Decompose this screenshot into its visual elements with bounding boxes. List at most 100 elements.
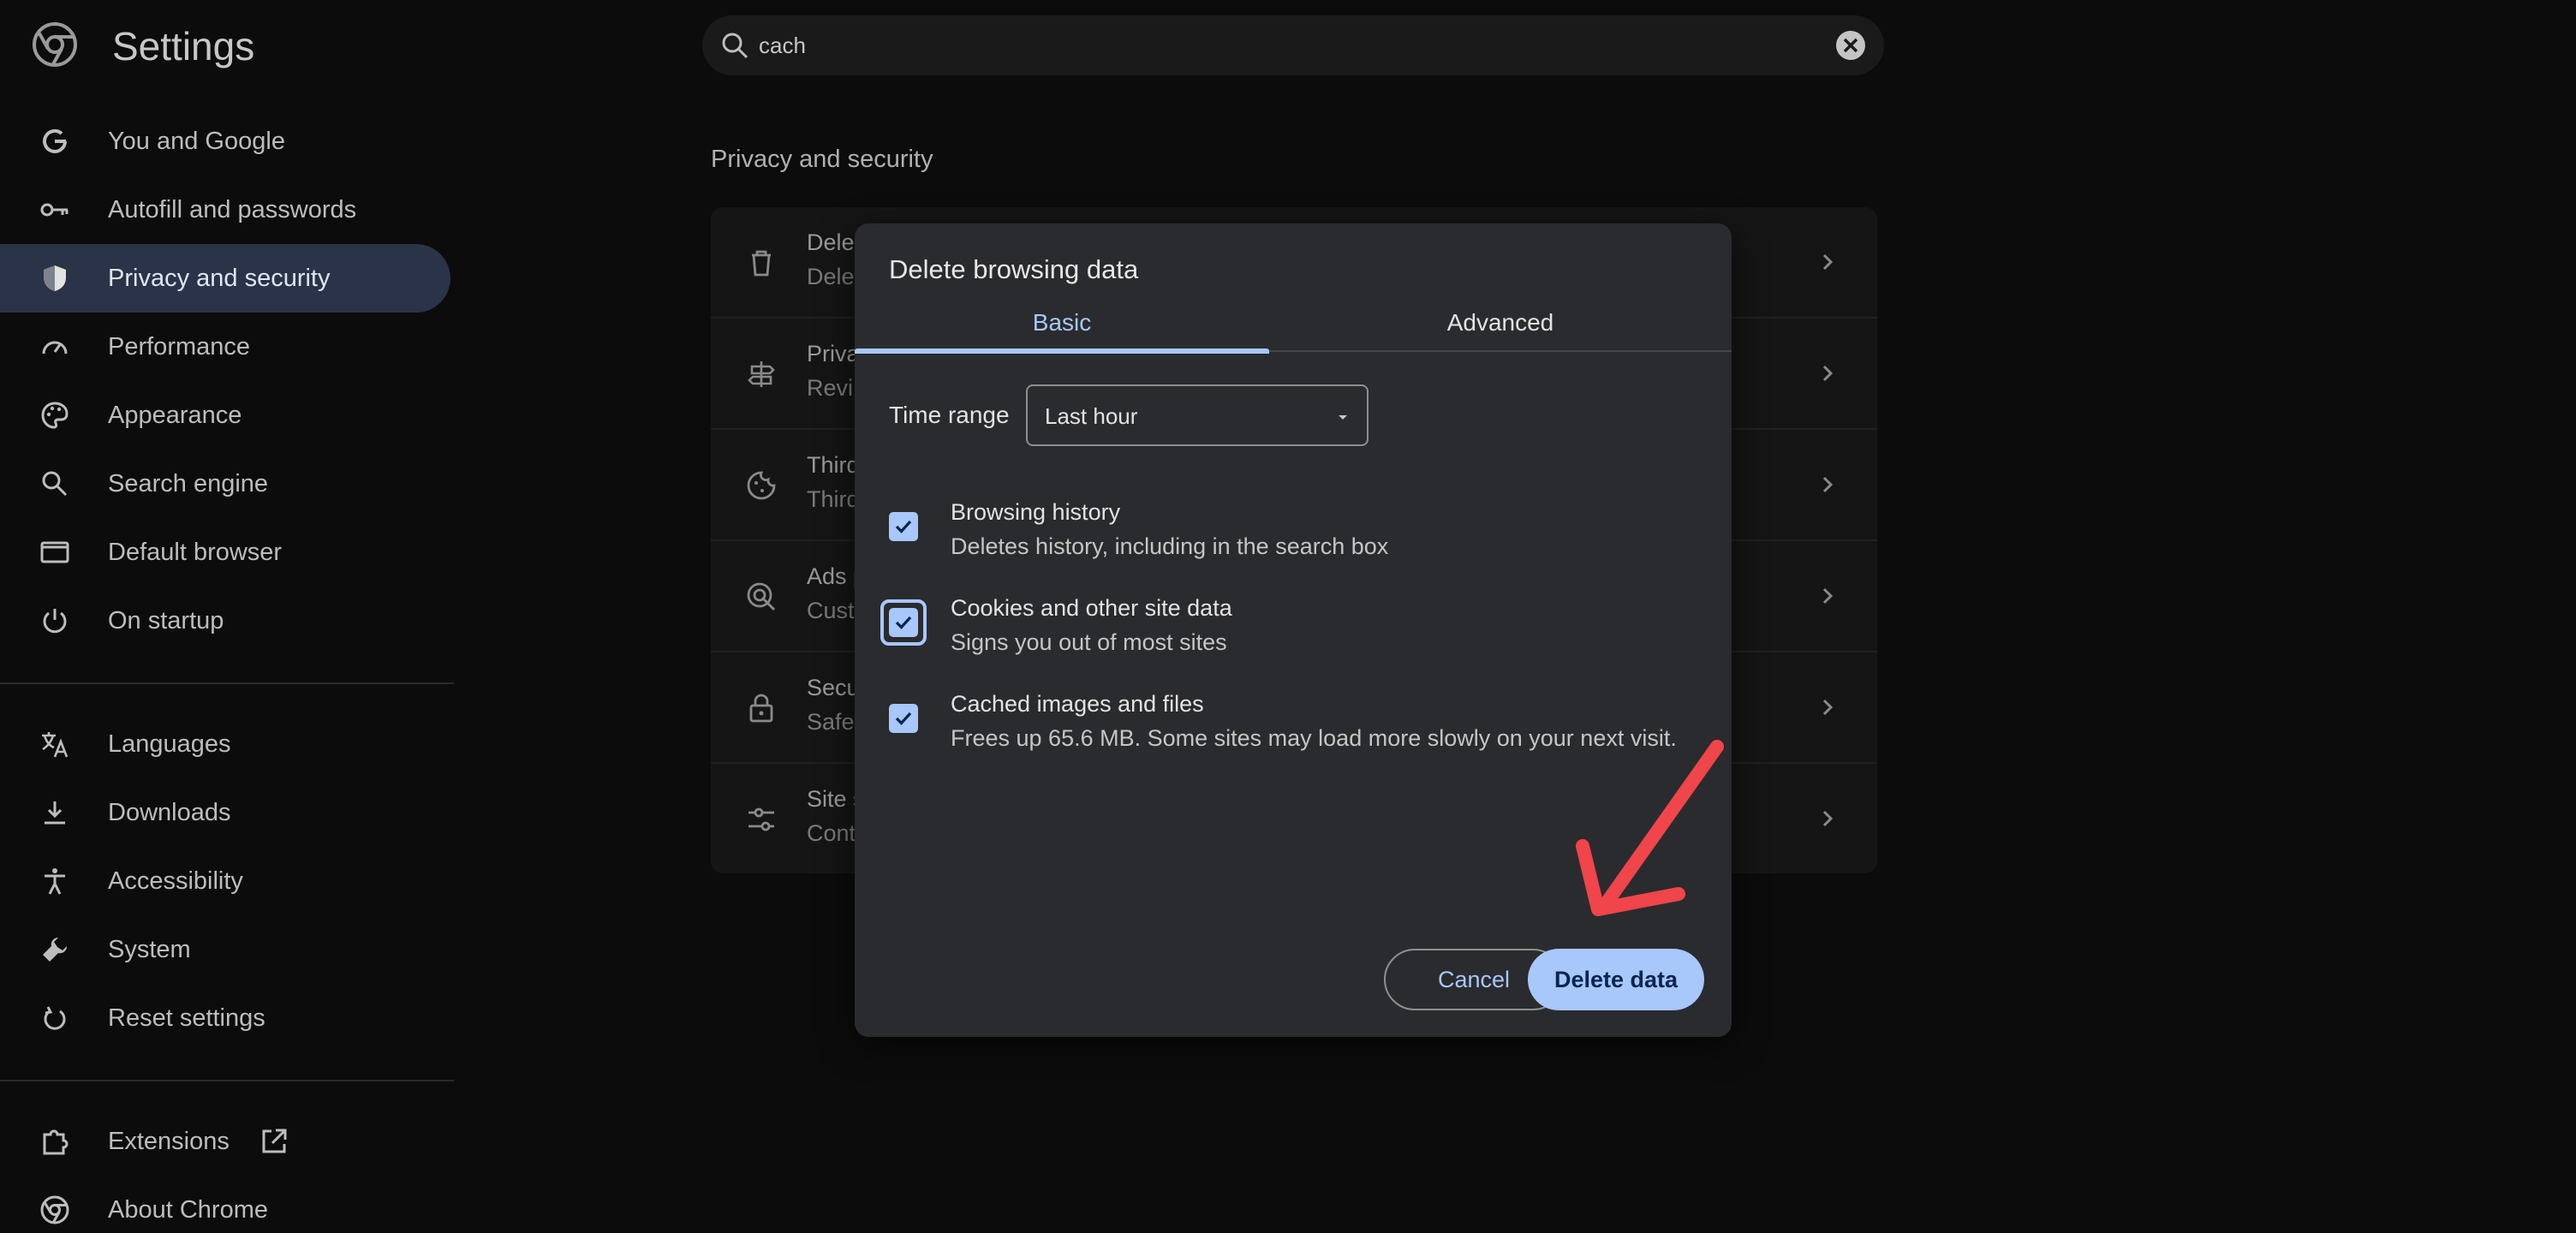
chevron-right-icon: [1822, 699, 1834, 716]
row-subtitle: Revi: [807, 375, 854, 401]
sidebar-item-reset-settings[interactable]: Reset settings: [0, 984, 450, 1052]
sidebar-item-search-engine[interactable]: Search engine: [0, 450, 450, 518]
row-title: Dele: [807, 229, 855, 255]
checkmark-icon: [895, 520, 912, 533]
sidebar-item-accessibility[interactable]: Accessibility: [0, 847, 450, 915]
google-g-icon: [43, 128, 67, 153]
tab-advanced[interactable]: Advanced: [1269, 306, 1732, 352]
lock-icon: [749, 694, 773, 723]
sidebar: You and Google Autofill and passwords Pr…: [0, 107, 462, 1233]
chevron-right-icon: [1822, 810, 1834, 827]
option-title: Browsing history: [951, 499, 1121, 525]
search-icon: [722, 33, 748, 59]
time-range-select[interactable]: Last hour: [1026, 384, 1368, 446]
row-subtitle: Cont: [807, 820, 856, 846]
translate-icon: [42, 732, 69, 758]
delete-data-button[interactable]: Delete data: [1528, 949, 1704, 1010]
puzzle-icon: [43, 1129, 69, 1155]
sidebar-divider: [0, 682, 454, 684]
sidebar-item-label: About Chrome: [108, 1195, 268, 1224]
dialog-title: Delete browsing data: [889, 254, 1139, 284]
cached-images-checkbox[interactable]: [889, 704, 918, 733]
row-title: Priva: [807, 341, 860, 366]
sidebar-item-label: Search engine: [108, 469, 269, 497]
sidebar-item-languages[interactable]: Languages: [0, 710, 450, 778]
row-subtitle: Cust: [807, 598, 855, 623]
option-title: Cached images and files: [951, 691, 1204, 717]
sidebar-item-privacy[interactable]: Privacy and security: [0, 244, 450, 313]
sidebar-item-label: System: [108, 935, 191, 963]
row-subtitle: Dele: [807, 264, 855, 289]
trash-icon: [752, 250, 771, 277]
search-icon: [42, 471, 68, 497]
annotation-arrow-icon: [1576, 740, 1724, 916]
cookies-checkbox[interactable]: [889, 608, 918, 637]
sidebar-item-appearance[interactable]: Appearance: [0, 381, 450, 450]
row-title: Secu: [807, 675, 860, 700]
search-input[interactable]: [759, 27, 1786, 63]
chrome-logo-icon: [33, 22, 77, 67]
clear-search-icon[interactable]: [1834, 29, 1867, 62]
sidebar-item-system[interactable]: System: [0, 915, 450, 984]
option-title: Cookies and other site data: [951, 595, 1232, 621]
chrome-icon: [40, 1195, 69, 1224]
sidebar-item-on-startup[interactable]: On startup: [0, 587, 450, 655]
sidebar-item-label: Appearance: [108, 401, 242, 429]
sidebar-item-label: Languages: [108, 730, 231, 758]
sidebar-item-performance[interactable]: Performance: [0, 313, 450, 381]
checkmark-icon: [895, 712, 912, 725]
browsing-history-checkbox[interactable]: [889, 512, 918, 541]
checkmark-icon: [895, 616, 912, 629]
sidebar-item-label: Autofill and passwords: [108, 195, 357, 223]
option-browsing-history[interactable]: Browsing history Deletes history, includ…: [855, 480, 1732, 566]
sidebar-item-label: Default browser: [108, 538, 283, 566]
option-subtitle: Signs you out of most sites: [951, 629, 1227, 655]
browser-window-icon: [40, 541, 69, 563]
dialog-tabs: Basic Advanced: [855, 306, 1732, 354]
sidebar-divider: [0, 1080, 454, 1081]
time-range-label: Time range: [889, 402, 1010, 428]
signpost-icon: [748, 361, 775, 387]
speedometer-icon: [42, 341, 68, 354]
external-link-icon[interactable]: [259, 1126, 289, 1157]
row-subtitle: Third: [807, 486, 860, 512]
sidebar-item-downloads[interactable]: Downloads: [0, 778, 450, 847]
sidebar-item-about-chrome[interactable]: About Chrome: [0, 1176, 450, 1233]
accessibility-icon: [45, 868, 65, 895]
tab-basic[interactable]: Basic: [855, 306, 1269, 354]
shield-icon: [44, 265, 66, 291]
sidebar-item-label: On startup: [108, 606, 224, 634]
sidebar-item-label: Performance: [108, 332, 251, 360]
sidebar-item-label: Downloads: [108, 798, 231, 826]
sidebar-item-label: Reset settings: [108, 1004, 265, 1032]
palette-icon: [41, 402, 69, 429]
download-icon: [45, 801, 65, 825]
section-title: Privacy and security: [711, 146, 933, 173]
sidebar-item-autofill[interactable]: Autofill and passwords: [0, 176, 450, 244]
chevron-right-icon: [1822, 587, 1834, 605]
chevron-right-icon: [1822, 365, 1834, 382]
sidebar-item-you-and-google[interactable]: You and Google: [0, 107, 450, 176]
sidebar-item-label: Extensions: [108, 1127, 230, 1155]
search-bar[interactable]: [702, 15, 1884, 75]
power-icon: [43, 609, 67, 634]
row-subtitle: Safe: [807, 709, 855, 735]
time-range-value: Last hour: [1045, 403, 1138, 429]
option-subtitle: Deletes history, including in the search…: [951, 533, 1389, 559]
sidebar-item-default-browser[interactable]: Default browser: [0, 518, 450, 587]
dropdown-caret-icon: [1339, 415, 1347, 420]
row-title: Third: [807, 452, 860, 478]
reset-icon: [44, 1006, 66, 1030]
option-cookies[interactable]: Cookies and other site data Signs you ou…: [855, 576, 1732, 662]
sliders-icon: [748, 807, 774, 831]
app-title: Settings: [112, 24, 255, 68]
chevron-right-icon: [1822, 253, 1834, 271]
cookie-icon: [747, 471, 776, 500]
ads-target-icon: [747, 582, 776, 611]
sidebar-item-label: Privacy and security: [108, 264, 331, 292]
wrench-icon: [43, 937, 68, 962]
chevron-right-icon: [1822, 476, 1834, 493]
sidebar-item-label: Accessibility: [108, 867, 243, 895]
key-icon: [40, 203, 69, 217]
sidebar-item-extensions[interactable]: Extensions: [0, 1107, 450, 1176]
